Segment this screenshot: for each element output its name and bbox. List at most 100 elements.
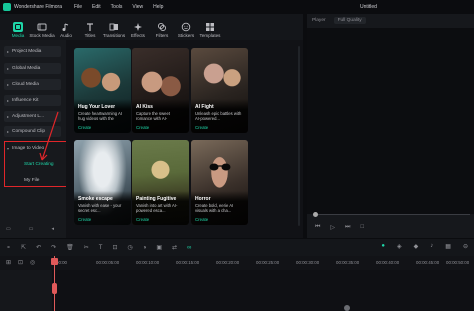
stop-icon[interactable]: □ bbox=[360, 224, 364, 231]
card-ai-fight[interactable]: AI Fight Unleash epic battles with AI-po… bbox=[191, 48, 248, 133]
sidebar-item-cloud-media[interactable]: ▸ Cloud Media bbox=[4, 79, 61, 90]
card-hug-your-lover[interactable]: Hug Your Lover Create heartwarming AI hu… bbox=[74, 48, 131, 133]
effects-icon bbox=[134, 23, 142, 31]
card-desc: Capture the sweet romance with AI- bbox=[136, 111, 170, 121]
card-title: AI Fight bbox=[195, 104, 214, 110]
crop-icon[interactable]: ⊡ bbox=[112, 244, 117, 251]
track-eye-icon[interactable]: ◎ bbox=[30, 259, 35, 266]
sidebar-item-project-media[interactable]: ▸ Project Media bbox=[4, 46, 61, 57]
ruler-label: 00:00:30:00 bbox=[296, 260, 320, 265]
zoom-out-icon[interactable]: ⊖ bbox=[463, 243, 468, 250]
sidebar-item-influence-kit[interactable]: ▸ Influence Kit bbox=[4, 95, 61, 106]
filmora-logo-icon bbox=[3, 3, 11, 11]
timeline-ruler[interactable]: ⊞ ⊡ ◎ 00:00 00:00:05:00 00:00:10:00 00:0… bbox=[0, 256, 474, 270]
card-smoke-escape[interactable]: Smoke escape Vanish with ease - your sec… bbox=[74, 140, 131, 225]
playhead-marker[interactable] bbox=[52, 283, 57, 294]
tab-filters[interactable]: Filters bbox=[152, 22, 172, 40]
card-create-link[interactable]: Create bbox=[136, 125, 149, 130]
transitions-icon bbox=[109, 23, 118, 31]
zoom-slider-handle[interactable] bbox=[344, 305, 350, 311]
speed-icon[interactable]: ◷ bbox=[127, 244, 132, 251]
tab-effects[interactable]: Effects bbox=[128, 22, 148, 40]
ruler-label: 00:00:10:00 bbox=[136, 260, 160, 265]
redo-icon[interactable]: ↷ bbox=[51, 244, 56, 251]
tab-transitions[interactable]: Transitions bbox=[103, 22, 125, 40]
snap-icon[interactable]: ▦ bbox=[445, 243, 451, 250]
menu-view[interactable]: View bbox=[132, 4, 143, 10]
delete-icon[interactable]: 🗑 bbox=[66, 244, 74, 251]
link-icon[interactable]: ∞ bbox=[187, 245, 191, 251]
ruler-label: 00:00:15:00 bbox=[176, 260, 200, 265]
card-create-link[interactable]: Create bbox=[78, 125, 91, 130]
shield-icon[interactable]: ◈ bbox=[397, 243, 402, 250]
menu-help[interactable]: Help bbox=[153, 4, 163, 10]
tab-stock-media-label: Stock Media bbox=[29, 33, 55, 38]
app-title: Wondershare Filmora bbox=[14, 4, 62, 10]
card-create-link[interactable]: Create bbox=[78, 217, 91, 222]
card-create-link[interactable]: Create bbox=[136, 217, 149, 222]
menu-file[interactable]: File bbox=[74, 4, 82, 10]
card-desc: Create heartwarming AI hug videos with t… bbox=[78, 111, 122, 121]
card-desc: Vanish into art with AI-powered esca... bbox=[136, 203, 178, 213]
filters-icon bbox=[157, 22, 167, 32]
sidebar-item-global-media[interactable]: ▸ Global Media bbox=[4, 63, 61, 74]
card-create-link[interactable]: Create bbox=[195, 125, 208, 130]
card-horror[interactable]: Horror Create bold, eerie AI visuals wit… bbox=[191, 140, 248, 225]
card-painting-fugitive[interactable]: Painting Fugitive Vanish into art with A… bbox=[132, 140, 189, 225]
sidebar-item-my-file[interactable]: My File bbox=[24, 178, 39, 183]
play-icon[interactable]: ▷ bbox=[330, 224, 335, 231]
text-icon[interactable]: T bbox=[99, 245, 103, 251]
sidebar-item-label: Cloud Media bbox=[12, 82, 39, 87]
menu-edit[interactable]: Edit bbox=[92, 4, 101, 10]
tab-filters-label: Filters bbox=[155, 33, 169, 38]
card-title: Smoke escape bbox=[78, 196, 113, 202]
ai-icon[interactable]: ● bbox=[381, 243, 385, 250]
quality-select[interactable]: Full Quality bbox=[333, 16, 366, 24]
tab-titles[interactable]: Titles bbox=[80, 22, 100, 40]
adjust-icon[interactable]: ⇄ bbox=[172, 244, 177, 251]
collapse-icon[interactable]: ◂ bbox=[51, 226, 54, 232]
card-create-link[interactable]: Create bbox=[195, 217, 208, 222]
scrubber-handle[interactable] bbox=[313, 212, 318, 217]
player-viewport[interactable] bbox=[307, 28, 474, 214]
add-track-icon[interactable]: ⊞ bbox=[6, 259, 11, 266]
chevron-right-icon: ▸ bbox=[7, 98, 10, 103]
chevron-down-icon: ▾ bbox=[7, 146, 10, 151]
layout-icon[interactable]: ⚬ bbox=[6, 244, 11, 251]
chevron-right-icon: ▸ bbox=[7, 114, 10, 119]
player-label: Player bbox=[312, 17, 326, 23]
audio-icon bbox=[62, 23, 69, 31]
new-folder-icon[interactable]: ▭ bbox=[6, 226, 11, 232]
media-icon bbox=[13, 22, 23, 32]
folder-icon[interactable]: ▭ bbox=[29, 226, 34, 232]
card-title: AI Kiss bbox=[136, 104, 153, 110]
undo-icon[interactable]: ↶ bbox=[36, 244, 41, 251]
ruler-label: 00:00:35:00 bbox=[336, 260, 360, 265]
mic-icon[interactable]: ♪ bbox=[430, 243, 433, 250]
sidebar-item-label: Influence Kit bbox=[12, 98, 39, 103]
player-scrubber[interactable] bbox=[315, 214, 470, 215]
next-frame-icon[interactable]: ⏭ bbox=[345, 224, 350, 231]
track-header bbox=[0, 270, 52, 311]
timeline-right-tools: ● ◈ ◆ ♪ ▦ ⊖ bbox=[381, 243, 468, 250]
menu-tools[interactable]: Tools bbox=[111, 4, 123, 10]
tab-stickers[interactable]: Stickers bbox=[176, 22, 196, 40]
tab-templates[interactable]: Templates bbox=[200, 22, 220, 40]
track-lock-icon[interactable]: ⊡ bbox=[18, 259, 23, 266]
prev-frame-icon[interactable]: ⏮ bbox=[315, 224, 320, 231]
select-icon[interactable]: ⇱ bbox=[21, 244, 26, 251]
card-desc: Vanish with ease - your secret esc... bbox=[78, 203, 122, 213]
tab-media[interactable]: Media bbox=[8, 22, 28, 40]
playhead-handle[interactable] bbox=[51, 258, 58, 265]
tab-audio[interactable]: Audio bbox=[56, 22, 76, 40]
timeline-tracks[interactable] bbox=[0, 270, 474, 311]
card-ai-kiss[interactable]: AI Kiss Capture the sweet romance with A… bbox=[132, 48, 189, 133]
grid-scrollbar[interactable] bbox=[298, 46, 300, 226]
color-icon[interactable]: ◑ bbox=[143, 245, 147, 251]
marker-icon[interactable]: ◆ bbox=[414, 243, 419, 250]
sunglasses-icon bbox=[209, 163, 231, 171]
cut-icon[interactable]: ✂ bbox=[84, 244, 89, 251]
mask-icon[interactable]: ▣ bbox=[156, 244, 162, 251]
card-desc: Unleash epic battles with AI-powered... bbox=[195, 111, 242, 121]
tab-stock-media[interactable]: Stock Media bbox=[29, 22, 55, 40]
